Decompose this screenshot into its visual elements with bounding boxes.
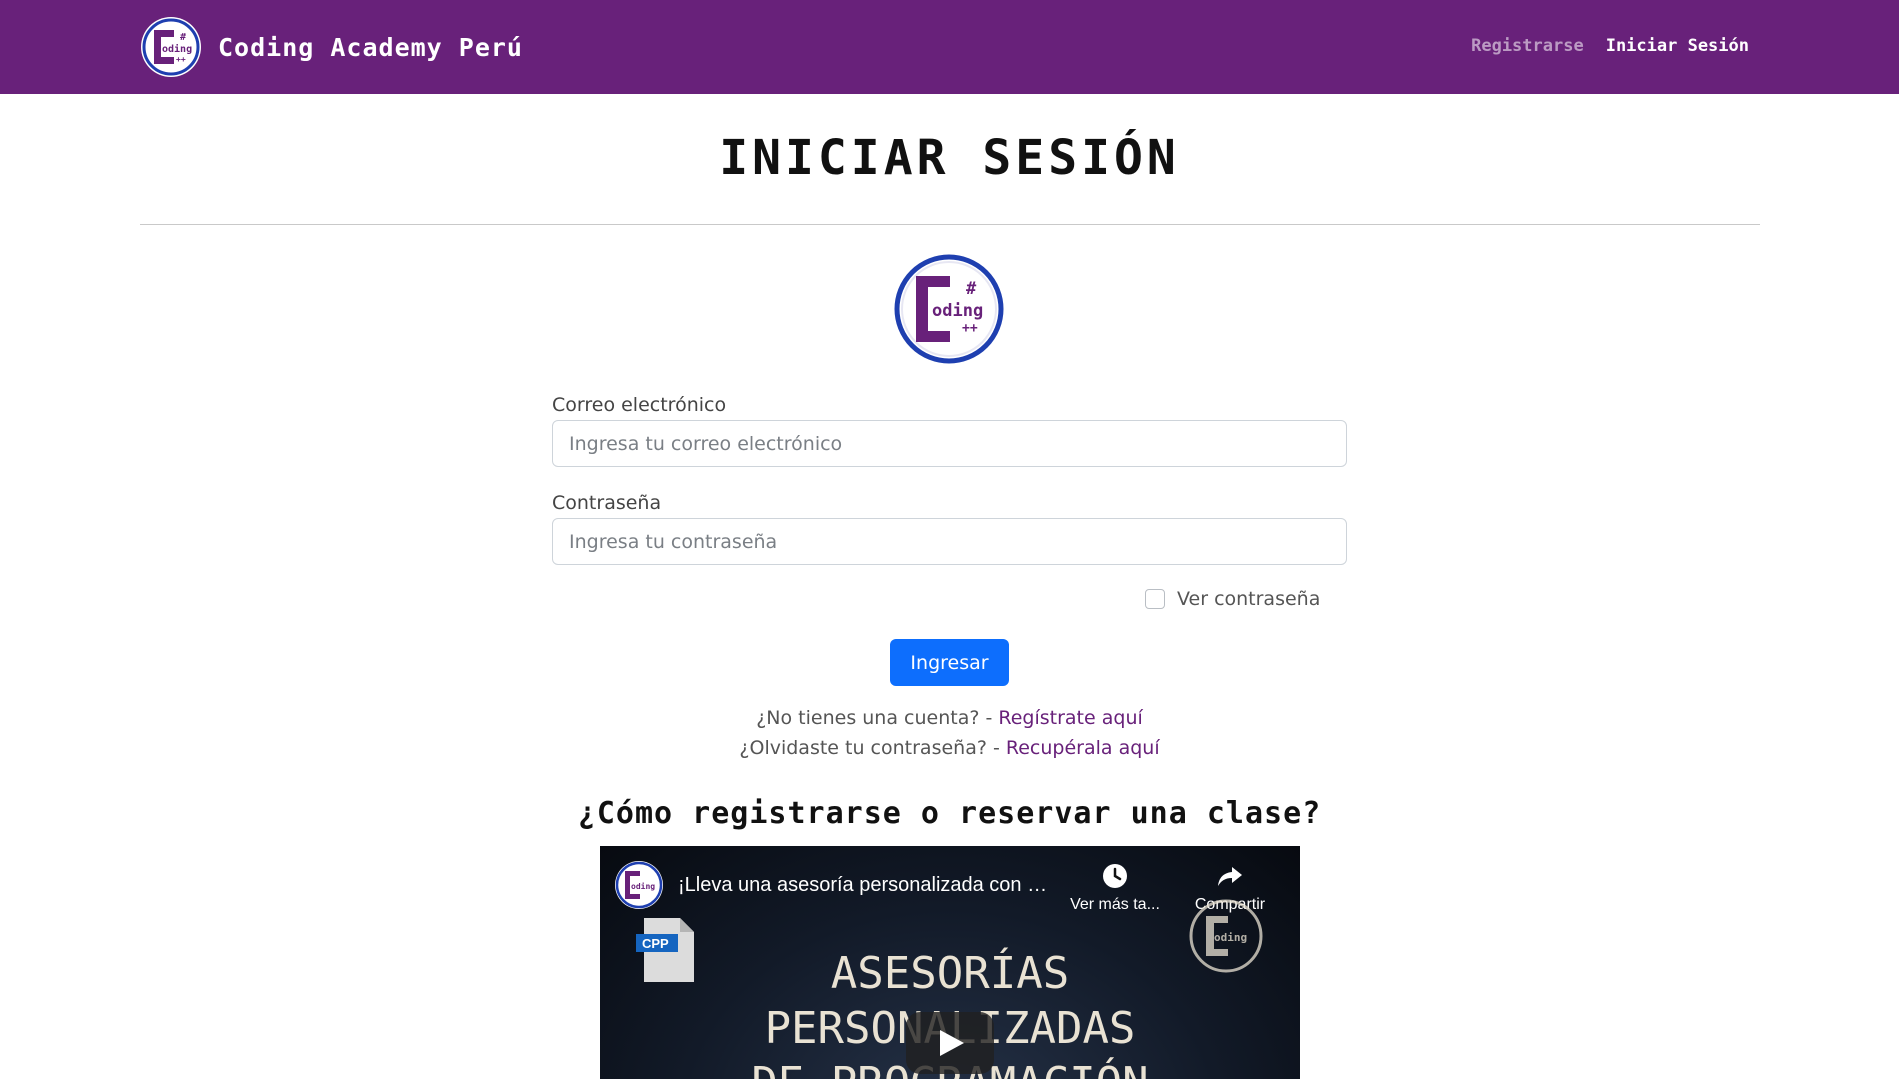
video-title[interactable]: ¡Lleva una asesoría personalizada con no… xyxy=(678,874,1048,897)
show-password-toggle[interactable]: Ver contraseña xyxy=(1145,588,1320,610)
coding-logo-icon: # oding ++ xyxy=(141,17,201,77)
section-title: ¿Cómo registrarse o reservar una clase? xyxy=(577,796,1322,831)
svg-text:++: ++ xyxy=(176,55,186,64)
video-embed[interactable]: oding ¡Lleva una asesoría personalizada … xyxy=(600,846,1300,1079)
brand-name: Coding Academy Perú xyxy=(218,32,523,62)
forgot-text: ¿Olvidaste tu contraseña? - xyxy=(739,737,1006,759)
brand[interactable]: # oding ++ Coding Academy Perú xyxy=(140,16,523,78)
navbar: # oding ++ Coding Academy Perú Registrar… xyxy=(0,0,1899,94)
svg-text:oding: oding xyxy=(162,43,192,55)
password-label: Contraseña xyxy=(552,492,662,514)
svg-text:#: # xyxy=(180,32,186,43)
share-icon xyxy=(1218,867,1242,886)
channel-avatar-icon[interactable]: oding xyxy=(614,860,664,910)
login-submit-button[interactable]: Ingresar xyxy=(890,639,1009,686)
password-input[interactable] xyxy=(552,518,1347,565)
svg-text:oding: oding xyxy=(631,881,655,891)
nav-login-link[interactable]: Iniciar Sesión xyxy=(1606,36,1749,56)
no-account-text: ¿No tienes una cuenta? - xyxy=(756,707,999,729)
register-link[interactable]: Regístrate aquí xyxy=(998,707,1142,729)
page-title: INICIAR SESIÓN xyxy=(719,130,1180,186)
video-headline-line: ASESORÍAS xyxy=(830,948,1070,999)
show-password-checkbox[interactable] xyxy=(1145,589,1165,609)
svg-text:oding: oding xyxy=(1214,931,1247,944)
recover-help: ¿Olvidaste tu contraseña? - Recupérala a… xyxy=(0,737,1899,759)
show-password-label: Ver contraseña xyxy=(1177,588,1321,610)
email-input[interactable] xyxy=(552,420,1347,467)
svg-text:oding: oding xyxy=(932,301,983,321)
divider xyxy=(140,224,1760,225)
nav-links: Registrarse Iniciar Sesión xyxy=(1471,36,1749,56)
register-help: ¿No tienes una cuenta? - Regístrate aquí xyxy=(0,707,1899,729)
play-icon[interactable] xyxy=(906,1012,994,1074)
clock-icon xyxy=(1103,864,1127,888)
email-label: Correo electrónico xyxy=(552,394,727,416)
coding-logo-icon: # oding ++ xyxy=(893,253,1005,365)
svg-text:++: ++ xyxy=(962,321,978,336)
recover-link[interactable]: Recupérala aquí xyxy=(1006,737,1160,759)
watch-later-button[interactable]: Ver más ta... xyxy=(1060,862,1170,914)
svg-text:#: # xyxy=(966,279,977,299)
watch-later-label: Ver más ta... xyxy=(1070,896,1160,913)
nav-register-link[interactable]: Registrarse xyxy=(1471,36,1584,56)
